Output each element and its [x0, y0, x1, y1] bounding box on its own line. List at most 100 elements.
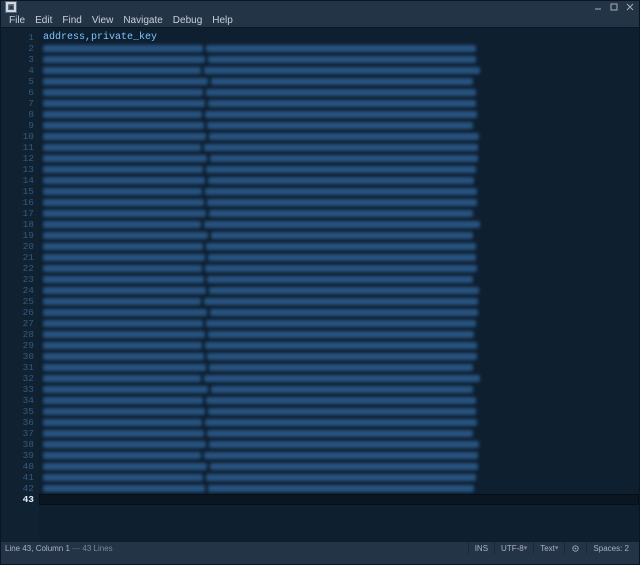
- code-line[interactable]: [39, 54, 639, 65]
- redacted-content: [43, 472, 476, 483]
- code-line[interactable]: [39, 395, 639, 406]
- redacted-content: [43, 54, 476, 65]
- line-number: 37: [23, 428, 34, 439]
- code-line[interactable]: [39, 340, 639, 351]
- code-line[interactable]: [39, 461, 639, 472]
- status-syntax[interactable]: Text: [533, 542, 564, 554]
- status-spaces[interactable]: Spaces: 2: [586, 542, 635, 554]
- status-linecount: 43 Lines: [82, 544, 112, 553]
- menu-item-navigate[interactable]: Navigate: [118, 13, 167, 27]
- code-line[interactable]: [39, 351, 639, 362]
- redacted-content: [43, 483, 474, 494]
- line-number: 40: [23, 461, 34, 472]
- app-icon: ▣: [5, 1, 17, 13]
- line-number: 16: [23, 197, 34, 208]
- redacted-content: [43, 252, 476, 263]
- code-line[interactable]: [39, 428, 639, 439]
- close-button[interactable]: [623, 2, 637, 12]
- menu-item-file[interactable]: File: [4, 13, 30, 27]
- redacted-content: [43, 241, 476, 252]
- app-window: ▣ FileEditFindViewNavigateDebugHelp 1234…: [0, 0, 640, 565]
- code-line[interactable]: [39, 417, 639, 428]
- redacted-content: [43, 362, 473, 373]
- status-ins[interactable]: INS: [468, 542, 494, 554]
- code-line[interactable]: [39, 208, 639, 219]
- code-line[interactable]: [39, 263, 639, 274]
- menu-item-help[interactable]: Help: [207, 13, 238, 27]
- redacted-content: [43, 340, 477, 351]
- code-line[interactable]: [39, 406, 639, 417]
- code-line[interactable]: [39, 120, 639, 131]
- line-gutter: 1234567891011121314151617181920212223242…: [1, 28, 39, 542]
- code-line[interactable]: [39, 131, 639, 142]
- code-line[interactable]: [39, 164, 639, 175]
- redacted-content: [43, 395, 476, 406]
- code-line[interactable]: [39, 43, 639, 54]
- code-line[interactable]: [39, 241, 639, 252]
- line-number: 34: [23, 395, 34, 406]
- code-line[interactable]: [39, 186, 639, 197]
- code-line[interactable]: [39, 219, 639, 230]
- code-line[interactable]: [39, 384, 639, 395]
- code-line[interactable]: [39, 472, 639, 483]
- code-line[interactable]: [39, 87, 639, 98]
- redacted-content: [43, 351, 477, 362]
- line-number: 19: [23, 230, 34, 241]
- code-line-header[interactable]: address,private_key: [39, 32, 639, 43]
- code-line[interactable]: [39, 175, 639, 186]
- code-line[interactable]: [39, 307, 639, 318]
- line-number: 5: [28, 76, 34, 87]
- maximize-button[interactable]: [607, 2, 621, 12]
- status-settings[interactable]: [564, 542, 586, 554]
- line-number: 38: [23, 439, 34, 450]
- line-number: 26: [23, 307, 34, 318]
- redacted-content: [43, 131, 479, 142]
- redacted-content: [43, 76, 473, 87]
- code-line[interactable]: [39, 65, 639, 76]
- redacted-content: [43, 307, 478, 318]
- redacted-content: [43, 208, 473, 219]
- menubar: FileEditFindViewNavigateDebugHelp: [1, 13, 639, 27]
- line-number: 14: [23, 175, 34, 186]
- titlebar: ▣: [1, 1, 639, 13]
- code-line[interactable]: [39, 252, 639, 263]
- code-line[interactable]: [39, 329, 639, 340]
- gear-icon: [571, 544, 580, 553]
- line-number: 42: [23, 483, 34, 494]
- code-line[interactable]: [39, 296, 639, 307]
- menu-item-view[interactable]: View: [87, 13, 119, 27]
- line-number: 7: [28, 98, 34, 109]
- code-line[interactable]: [39, 362, 639, 373]
- code-line[interactable]: [39, 439, 639, 450]
- code-line[interactable]: [39, 318, 639, 329]
- redacted-content: [43, 98, 476, 109]
- code-line[interactable]: [39, 450, 639, 461]
- status-encoding[interactable]: UTF-8: [494, 542, 533, 554]
- code-line[interactable]: [39, 153, 639, 164]
- line-number: 24: [23, 285, 34, 296]
- redacted-content: [43, 153, 478, 164]
- minimize-button[interactable]: [591, 2, 605, 12]
- redacted-content: [43, 274, 473, 285]
- line-number: 18: [23, 219, 34, 230]
- menu-item-debug[interactable]: Debug: [168, 13, 207, 27]
- code-line[interactable]: [39, 483, 639, 494]
- code-line[interactable]: [39, 142, 639, 153]
- code-line[interactable]: [39, 274, 639, 285]
- code-line-current[interactable]: [39, 494, 639, 505]
- code-line[interactable]: [39, 373, 639, 384]
- code-line[interactable]: [39, 76, 639, 87]
- code-line[interactable]: [39, 197, 639, 208]
- redacted-content: [43, 263, 477, 274]
- menu-item-edit[interactable]: Edit: [30, 13, 57, 27]
- code-line[interactable]: [39, 98, 639, 109]
- code-line[interactable]: [39, 109, 639, 120]
- code-area[interactable]: address,private_key: [39, 28, 639, 542]
- line-number: 23: [23, 274, 34, 285]
- menu-item-find[interactable]: Find: [57, 13, 86, 27]
- redacted-content: [43, 175, 474, 186]
- code-line[interactable]: [39, 230, 639, 241]
- redacted-content: [43, 186, 477, 197]
- status-separator: —: [72, 544, 82, 553]
- code-line[interactable]: [39, 285, 639, 296]
